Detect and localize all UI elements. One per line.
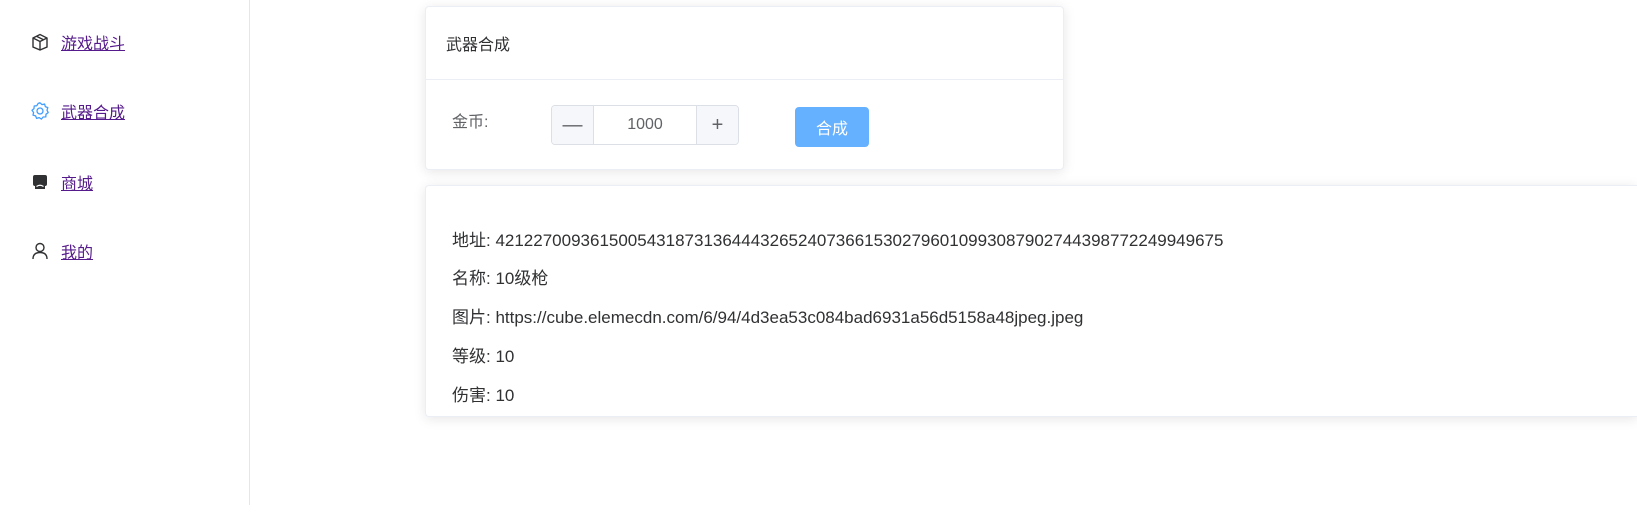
sidebar-item-game-battle[interactable]: 游戏战斗 — [30, 28, 125, 56]
sidebar-menu: 游戏战斗 武器合成 商城 我的 — [0, 0, 250, 505]
card-body: 金币: — + 合成 — [426, 80, 1063, 170]
weapon-damage: 伤害: 10 — [452, 386, 515, 405]
box-icon — [30, 32, 50, 52]
weapon-name: 名称: 10级枪 — [452, 269, 549, 288]
coin-label: 金币: — [452, 114, 489, 131]
weapon-level: 等级: 10 — [452, 347, 515, 366]
user-icon — [30, 241, 50, 261]
weapon-address: 地址: 421227009361500543187313644432652407… — [452, 231, 1224, 250]
increase-button[interactable]: + — [696, 106, 738, 144]
gear-icon — [30, 101, 50, 121]
sidebar-item-shop[interactable]: 商城 — [30, 168, 93, 196]
forge-button[interactable]: 合成 — [795, 107, 869, 147]
sidebar-item-weapon-forge[interactable]: 武器合成 — [30, 97, 125, 125]
coin-input[interactable] — [594, 106, 696, 144]
sidebar-item-profile[interactable]: 我的 — [30, 237, 93, 265]
weapon-image-url: 图片: https://cube.elemecdn.com/6/94/4d3ea… — [452, 308, 1084, 327]
coin-stepper: — + — [551, 105, 739, 145]
shop-icon — [30, 172, 50, 192]
weapon-result-card: 地址: 421227009361500543187313644432652407… — [425, 185, 1637, 417]
sidebar-item-label: 游戏战斗 — [61, 36, 126, 53]
decrease-button[interactable]: — — [552, 106, 594, 144]
sidebar-item-label: 武器合成 — [61, 105, 126, 122]
sidebar-item-label: 商城 — [61, 176, 94, 193]
weapon-forge-card: 武器合成 金币: — + 合成 — [425, 6, 1064, 170]
card-title: 武器合成 — [426, 7, 1063, 80]
sidebar-item-label: 我的 — [61, 245, 94, 262]
